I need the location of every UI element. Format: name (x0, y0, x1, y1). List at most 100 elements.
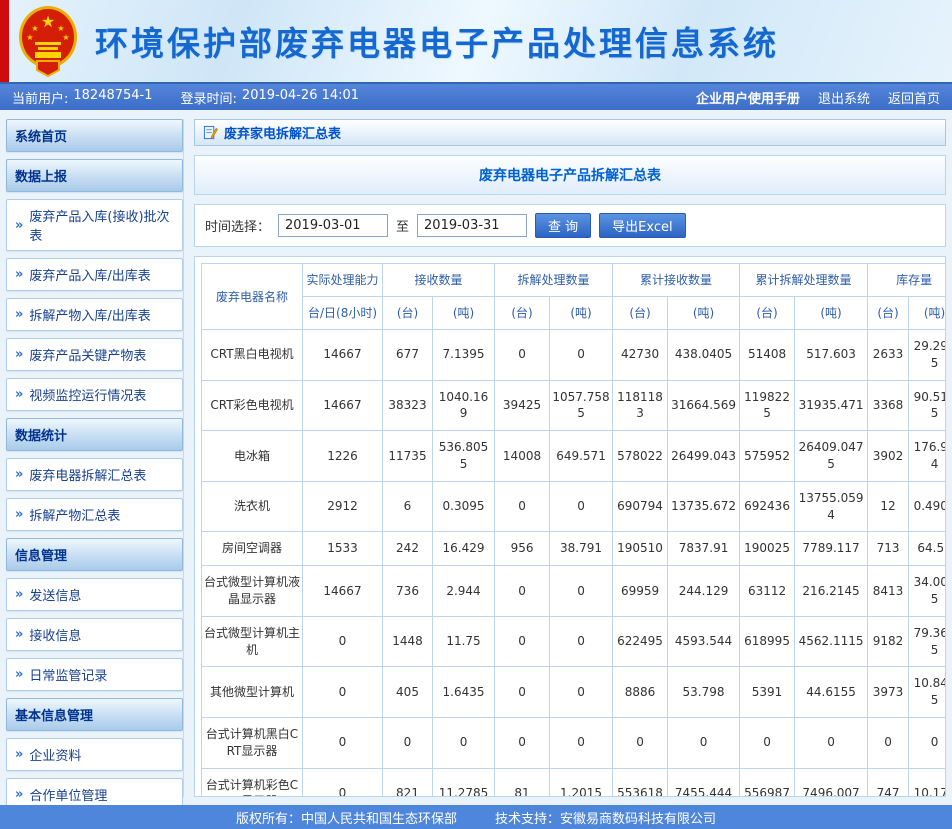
received-tai-cell: 38323 (382, 379, 433, 432)
dismantled-tai-cell: 0 (494, 565, 551, 617)
login-time-label: 登录时间: (180, 91, 237, 107)
sidebar-item[interactable]: » 视频监控运行情况表 (6, 378, 183, 411)
dismantled-tai-cell: 0 (494, 716, 551, 769)
sidebar-item[interactable]: » 信息管理 (6, 538, 183, 571)
stock-tai-cell: 747 (867, 767, 910, 796)
sidebar-item[interactable]: » 日常监管记录 (6, 658, 183, 691)
appliance-name-cell: CRT彩色电视机 (201, 379, 303, 432)
sidebar-item[interactable]: » 基本信息管理 (6, 698, 183, 731)
cum-dismantled-dun-cell: 44.6155 (794, 666, 869, 718)
table-row: 台式计算机彩色CRT显示器 0 821 11.2785 81 1.2015 55… (201, 767, 945, 796)
chevron-right-icon: » (15, 267, 24, 282)
svg-text:★: ★ (26, 33, 33, 42)
appliance-name-cell: 房间空调器 (201, 531, 303, 567)
stock-dun-cell: 0.4901 (908, 480, 945, 533)
date-range-label: 时间选择： (205, 220, 271, 235)
sidebar-item-label: 数据上报 (15, 170, 68, 185)
header-row-units: 台/日(8小时) (台) (吨) (台) (吨) (台) (吨) (台) (吨)… (202, 296, 945, 330)
userbar-link[interactable]: 退出系统 (818, 88, 870, 107)
sidebar-item-label: 废弃电器拆解汇总表 (29, 469, 147, 484)
stock-dun-cell: 79.3605 (908, 615, 945, 668)
chevron-right-icon: » (15, 747, 24, 762)
appliance-name-cell: 其他微型计算机 (201, 666, 303, 718)
table-row: 洗衣机 2912 6 0.3095 0 0 690794 13735.672 6… (201, 480, 945, 533)
sidebar-item-label: 拆解产物汇总表 (29, 509, 121, 524)
sidebar: » 系统首页 » 数据上报 » 废弃产品入库(接收)批次表 » 废弃产品入库/出… (3, 119, 184, 805)
sidebar-item[interactable]: » 废弃产品入库/出库表 (6, 258, 183, 291)
received-tai-cell: 11735 (382, 430, 433, 482)
cum-dismantled-tai-cell: 0 (739, 716, 796, 769)
sidebar-item[interactable]: » 发送信息 (6, 578, 183, 611)
cum-received-dun-cell: 53.798 (667, 666, 741, 718)
sidebar-item[interactable]: » 数据上报 (6, 159, 183, 192)
filter-bar: 时间选择： 至 查 询 导出Excel (194, 204, 946, 247)
search-button[interactable]: 查 询 (535, 213, 592, 238)
sidebar-item[interactable]: » 拆解产物汇总表 (6, 498, 183, 531)
userbar-link[interactable]: 返回首页 (888, 88, 940, 107)
table-row: CRT彩色电视机 14667 38323 1040.169 39425 1057… (201, 379, 945, 432)
received-tai-cell: 821 (382, 767, 433, 796)
cum-dismantled-tai-cell: 63112 (739, 565, 796, 617)
sidebar-item[interactable]: » 企业资料 (6, 738, 183, 771)
chevron-right-icon: » (15, 507, 24, 522)
appliance-name-cell: 台式计算机黑白CRT显示器 (201, 716, 303, 769)
capacity-cell: 0 (302, 716, 383, 769)
received-dun-cell: 11.2785 (431, 767, 496, 796)
sidebar-item[interactable]: » 拆解产物入库/出库表 (6, 298, 183, 331)
cum-received-tai-cell: 8886 (612, 666, 669, 718)
col-header-capacity: 实际处理能力 (302, 263, 383, 297)
export-excel-button[interactable]: 导出Excel (599, 213, 686, 238)
cum-received-dun-cell: 4593.544 (667, 615, 741, 668)
cum-received-dun-cell: 7837.91 (667, 531, 741, 567)
received-tai-cell: 405 (382, 666, 433, 718)
cum-received-tai-cell: 578022 (612, 430, 669, 482)
table-row: 台式微型计算机主机 0 1448 11.75 0 0 622495 4593.5… (201, 615, 945, 668)
dismantled-tai-cell: 14008 (494, 430, 551, 482)
table-row: 台式计算机黑白CRT显示器 0 0 0 0 0 0 0 0 0 0 0 (201, 716, 945, 769)
dismantled-dun-cell: 0 (549, 329, 614, 381)
cum-dismantled-dun-cell: 0 (794, 716, 869, 769)
cum-received-dun-cell: 244.129 (667, 565, 741, 617)
cum-dismantled-dun-cell: 7496.007 (794, 767, 869, 796)
table-row: 其他微型计算机 0 405 1.6435 0 0 8886 53.798 539… (201, 666, 945, 718)
unit-header-dun: (吨) (908, 296, 945, 330)
sidebar-item[interactable]: » 废弃产品入库(接收)批次表 (6, 199, 183, 251)
stock-tai-cell: 3902 (867, 430, 910, 482)
received-dun-cell: 11.75 (431, 615, 496, 668)
sidebar-item[interactable]: » 接收信息 (6, 618, 183, 651)
cum-received-dun-cell: 31664.569 (667, 379, 741, 432)
cum-dismantled-dun-cell: 517.603 (794, 329, 869, 381)
received-dun-cell: 2.944 (431, 565, 496, 617)
stock-dun-cell: 34.0045 (908, 565, 945, 617)
dismantled-tai-cell: 0 (494, 615, 551, 668)
sidebar-item[interactable]: » 数据统计 (6, 418, 183, 451)
stock-dun-cell: 0 (908, 716, 945, 769)
sidebar-item[interactable]: » 废弃产品关键产物表 (6, 338, 183, 371)
dismantled-dun-cell: 38.791 (549, 531, 614, 567)
sidebar-item[interactable]: » 废弃电器拆解汇总表 (6, 458, 183, 491)
date-from-input[interactable] (278, 214, 389, 237)
unit-header-tai: (台) (612, 296, 669, 330)
dismantled-tai-cell: 956 (494, 531, 551, 567)
cum-received-dun-cell: 26499.043 (667, 430, 741, 482)
capacity-cell: 0 (302, 666, 383, 718)
sidebar-item[interactable]: » 合作单位管理 (6, 778, 183, 805)
header-row-groups: 废弃电器名称 实际处理能力 接收数量 拆解处理数量 累计接收数量 累计拆解处理数… (201, 263, 945, 330)
userbar-links: 企业用户使用手册 退出系统 返回首页 (696, 88, 940, 107)
cum-dismantled-dun-cell: 13755.0594 (794, 480, 869, 533)
received-tai-cell: 0 (382, 716, 433, 769)
col-group-stock: 库存量 (867, 263, 945, 297)
unit-header-dun: (吨) (794, 296, 869, 330)
dismantled-dun-cell: 0 (549, 666, 614, 718)
table-title: 废弃电器电子产品拆解汇总表 (479, 168, 661, 184)
svg-text:★: ★ (41, 12, 55, 31)
stock-tai-cell: 9182 (867, 615, 910, 668)
sidebar-item-label: 企业资料 (29, 749, 82, 764)
userbar-link[interactable]: 企业用户使用手册 (696, 88, 800, 107)
footer-bar: 版权所有：中国人民共和国生态环保部 技术支持：安徽易商数码科技有限公司 (0, 805, 952, 829)
stock-tai-cell: 0 (867, 716, 910, 769)
received-tai-cell: 677 (382, 329, 433, 381)
sidebar-item[interactable]: » 系统首页 (6, 119, 183, 152)
chevron-right-icon: » (15, 467, 24, 482)
date-to-input[interactable] (417, 214, 528, 237)
